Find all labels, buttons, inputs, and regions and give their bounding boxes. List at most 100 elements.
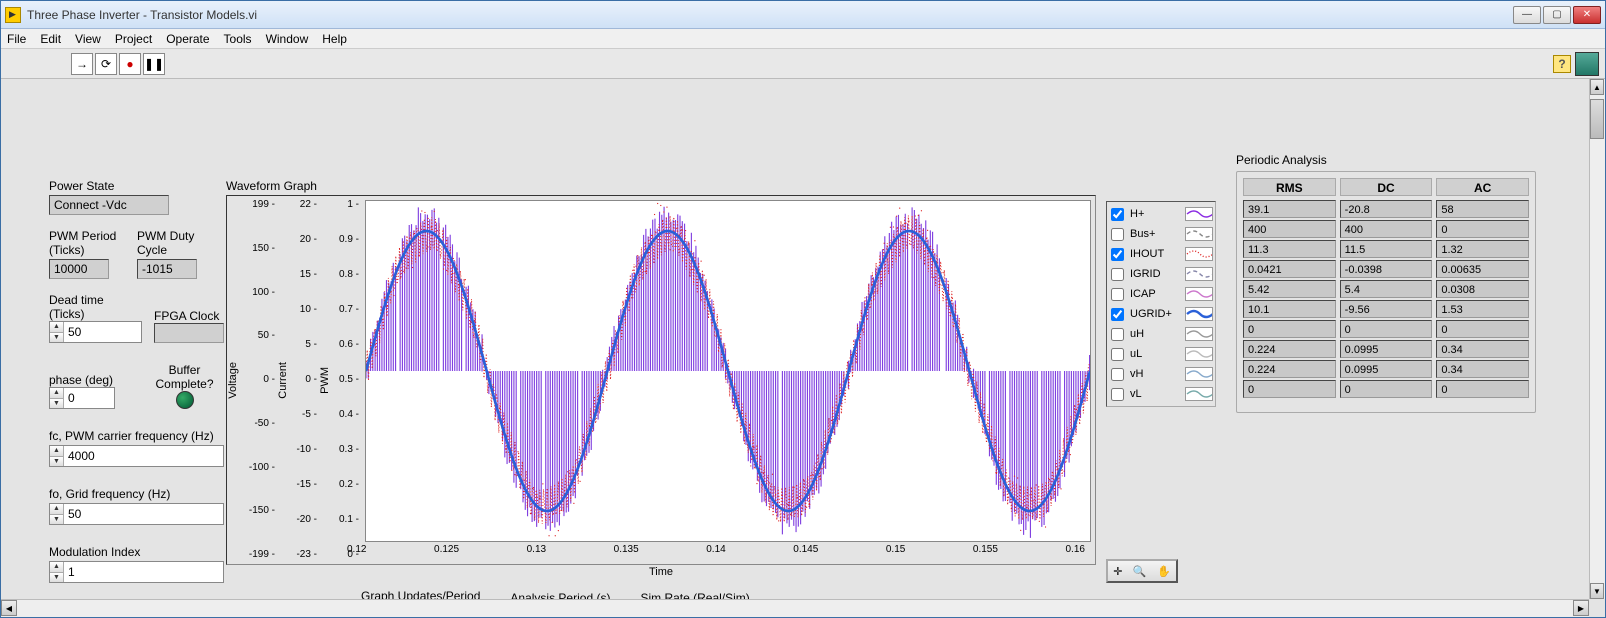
legend-checkbox[interactable] (1111, 368, 1124, 381)
legend-swatch[interactable] (1185, 347, 1213, 361)
down-arrow-icon[interactable]: ▼ (50, 515, 63, 525)
abort-button[interactable]: ● (119, 53, 141, 75)
legend-swatch[interactable] (1185, 267, 1213, 281)
legend-row[interactable]: ICAP (1109, 284, 1213, 304)
fo-control[interactable]: ▲▼ (49, 503, 224, 525)
zoom-tool-icon[interactable]: 🔍 (1133, 565, 1147, 578)
legend-row[interactable]: IHOUT (1109, 244, 1213, 264)
front-panel: Power State Connect -Vdc PWM Period (Tic… (1, 79, 1605, 617)
legend-row[interactable]: uL (1109, 344, 1213, 364)
legend-swatch[interactable] (1185, 227, 1213, 241)
dead-time-input[interactable] (64, 322, 114, 342)
waveform-graph[interactable]: Voltage 199 -150 -100 -50 -0 --50 --100 … (226, 195, 1096, 565)
legend-swatch[interactable] (1185, 287, 1213, 301)
pause-button[interactable]: ❚❚ (143, 53, 165, 75)
phase-control[interactable]: ▲▼ (49, 387, 115, 409)
down-arrow-icon[interactable]: ▼ (50, 573, 63, 583)
y3-axis-label: PWM (319, 367, 331, 394)
fo-label: fo, Grid frequency (Hz) (49, 487, 224, 501)
run-button[interactable]: → (71, 53, 93, 75)
pwm-duty-label: PWM Duty Cycle (137, 229, 224, 257)
close-button[interactable]: ✕ (1573, 6, 1601, 24)
scroll-left-icon[interactable]: ◀ (1, 600, 17, 616)
legend-swatch[interactable] (1185, 367, 1213, 381)
table-cell: -20.8 (1340, 200, 1433, 218)
menu-file[interactable]: File (7, 32, 26, 46)
legend-checkbox[interactable] (1111, 308, 1124, 321)
menu-view[interactable]: View (75, 32, 101, 46)
legend-checkbox[interactable] (1111, 268, 1124, 281)
menu-window[interactable]: Window (266, 32, 309, 46)
scroll-thumb[interactable] (1590, 99, 1604, 139)
legend-row[interactable]: vL (1109, 384, 1213, 404)
menu-edit[interactable]: Edit (40, 32, 61, 46)
down-arrow-icon[interactable]: ▼ (50, 399, 63, 409)
buffer-complete-label: Buffer Complete? (145, 363, 224, 391)
legend-row[interactable]: Bus+ (1109, 224, 1213, 244)
plot-canvas[interactable] (365, 200, 1091, 542)
scroll-down-icon[interactable]: ▼ (1590, 583, 1604, 599)
legend-row[interactable]: H+ (1109, 204, 1213, 224)
table-cell: 0 (1243, 320, 1336, 338)
cursor-tool-icon[interactable]: ✛ (1113, 565, 1122, 578)
menu-tools[interactable]: Tools (224, 32, 252, 46)
fpga-clock-indicator (154, 323, 224, 343)
dead-time-control[interactable]: ▲▼ (49, 321, 142, 343)
legend-row[interactable]: uH (1109, 324, 1213, 344)
legend-checkbox[interactable] (1111, 288, 1124, 301)
graph-palette[interactable]: ✛ 🔍 ✋ (1106, 559, 1178, 583)
phase-input[interactable] (64, 388, 114, 408)
table-row: 10.1-9.561.53 (1243, 300, 1529, 318)
vi-icon[interactable] (1575, 52, 1599, 76)
titlebar[interactable]: Three Phase Inverter - Transistor Models… (1, 1, 1605, 29)
scroll-up-icon[interactable]: ▲ (1590, 79, 1604, 95)
table-cell: 400 (1243, 220, 1336, 238)
legend-checkbox[interactable] (1111, 228, 1124, 241)
fc-control[interactable]: ▲▼ (49, 445, 224, 467)
down-arrow-icon[interactable]: ▼ (50, 333, 63, 343)
up-arrow-icon[interactable]: ▲ (50, 322, 63, 333)
horizontal-scrollbar[interactable]: ◀ ▶ (1, 599, 1589, 617)
minimize-button[interactable]: — (1513, 6, 1541, 24)
legend-checkbox[interactable] (1111, 348, 1124, 361)
down-arrow-icon[interactable]: ▼ (50, 457, 63, 467)
table-cell: 11.5 (1340, 240, 1433, 258)
pan-tool-icon[interactable]: ✋ (1157, 565, 1171, 578)
up-arrow-icon[interactable]: ▲ (50, 446, 63, 457)
maximize-button[interactable]: ▢ (1543, 6, 1571, 24)
table-row: 11.311.51.32 (1243, 240, 1529, 258)
up-arrow-icon[interactable]: ▲ (50, 504, 63, 515)
help-icon[interactable]: ? (1553, 55, 1571, 73)
mi-control[interactable]: ▲▼ (49, 561, 224, 583)
legend-row[interactable]: UGRID+ (1109, 304, 1213, 324)
legend-checkbox[interactable] (1111, 388, 1124, 401)
menu-help[interactable]: Help (322, 32, 347, 46)
legend-checkbox[interactable] (1111, 328, 1124, 341)
menu-operate[interactable]: Operate (166, 32, 209, 46)
up-arrow-icon[interactable]: ▲ (50, 388, 63, 399)
scroll-right-icon[interactable]: ▶ (1573, 600, 1589, 616)
up-arrow-icon[interactable]: ▲ (50, 562, 63, 573)
legend-swatch[interactable] (1185, 307, 1213, 321)
run-continuous-button[interactable]: ⟳ (95, 53, 117, 75)
legend-checkbox[interactable] (1111, 208, 1124, 221)
fc-label: fc, PWM carrier frequency (Hz) (49, 429, 224, 443)
legend-swatch[interactable] (1185, 207, 1213, 221)
plot-legend[interactable]: H+Bus+IHOUTIGRIDICAPUGRID+uHuLvHvL (1106, 201, 1216, 407)
labview-icon (5, 7, 21, 23)
legend-row[interactable]: vH (1109, 364, 1213, 384)
table-cell: 1.53 (1436, 300, 1529, 318)
waveform-graph-area: Waveform Graph Voltage 199 -150 -100 -50… (226, 179, 1096, 565)
legend-checkbox[interactable] (1111, 248, 1124, 261)
window-title: Three Phase Inverter - Transistor Models… (27, 8, 1513, 22)
legend-row[interactable]: IGRID (1109, 264, 1213, 284)
menubar[interactable]: File Edit View Project Operate Tools Win… (1, 29, 1605, 49)
menu-project[interactable]: Project (115, 32, 152, 46)
fc-input[interactable] (64, 446, 114, 466)
legend-swatch[interactable] (1185, 247, 1213, 261)
vertical-scrollbar[interactable]: ▲ ▼ (1589, 79, 1605, 599)
legend-swatch[interactable] (1185, 327, 1213, 341)
fo-input[interactable] (64, 504, 114, 524)
mi-input[interactable] (64, 562, 114, 582)
legend-swatch[interactable] (1185, 387, 1213, 401)
